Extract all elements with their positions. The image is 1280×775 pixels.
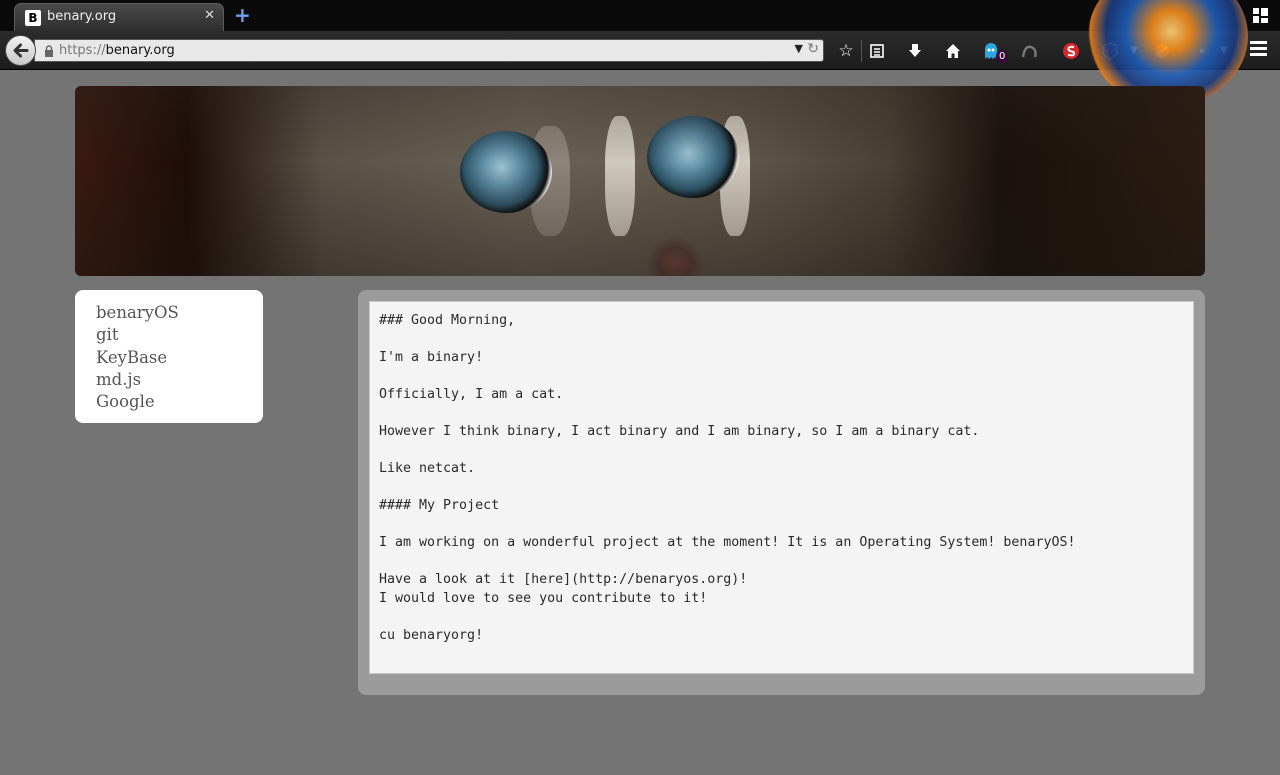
text-line [379,442,1184,461]
stylish-icon[interactable] [1059,39,1083,63]
bookmark-star-icon[interactable]: ☆ [834,39,858,63]
back-arrow-icon [13,43,29,58]
url-scheme: https:// [59,43,106,58]
tab-groups-icon[interactable] [1253,8,1268,23]
text-line [379,553,1184,572]
text-line: ### Good Morning, [379,313,516,328]
text-line: However I think binary, I act binary and… [379,424,980,439]
text-line: I am working on a wonderful project at t… [379,535,1076,550]
sidebar-link-benaryos[interactable]: benaryOS [96,302,242,324]
text-line [379,331,1184,350]
text-line [379,608,1184,627]
site-favicon-icon: B [25,10,41,26]
text-line: Have a look at it [here](http://benaryos… [379,572,748,587]
sidebar-link-mdjs[interactable]: md.js [96,369,242,391]
download-icon[interactable] [903,39,927,63]
toolbar-separator [861,40,862,62]
browser-tab[interactable]: B benary.org ✕ [14,3,224,31]
url-bar[interactable]: https://benary.org ▼ ↻ [34,39,824,62]
url-text[interactable]: https://benary.org [59,43,175,58]
toolbar-separator-2 [1238,40,1239,62]
url-host: benary.org [105,43,175,58]
tab-title: benary.org [47,9,117,24]
reload-icon[interactable]: ↻ [807,41,819,57]
text-line: I would love to see you contribute to it… [379,590,708,606]
extension-icon[interactable] [1018,39,1042,63]
close-tab-icon[interactable]: ✕ [204,8,215,23]
hamburger-menu-icon[interactable] [1250,41,1267,56]
text-line: cu benaryorg! [379,627,484,643]
lock-icon [45,45,53,57]
text-line: I'm a binary! [379,350,484,365]
markdown-text-area[interactable]: ### Good Morning, I'm a binary! Official… [369,301,1194,674]
new-tab-button[interactable]: + [234,4,251,26]
url-history-dropdown-icon[interactable]: ▼ [795,42,803,55]
text-line: Like netcat. [379,461,476,476]
sidebar-nav: benaryOS git KeyBase md.js Google [75,290,263,423]
bookmarks-menu-icon[interactable] [865,39,889,63]
header-banner-image [75,86,1205,276]
sidebar-link-git[interactable]: git [96,324,242,346]
text-line [379,368,1184,387]
home-icon[interactable] [941,39,965,63]
text-line: Officially, I am a cat. [379,387,564,402]
content-panel: ### Good Morning, I'm a binary! Official… [358,290,1205,695]
sidebar-link-google[interactable]: Google [96,391,242,413]
sidebar-link-keybase[interactable]: KeyBase [96,347,242,369]
text-line [379,479,1184,498]
text-line [379,516,1184,535]
text-line: #### My Project [379,498,500,513]
back-button[interactable] [5,35,36,66]
text-line [379,405,1184,424]
